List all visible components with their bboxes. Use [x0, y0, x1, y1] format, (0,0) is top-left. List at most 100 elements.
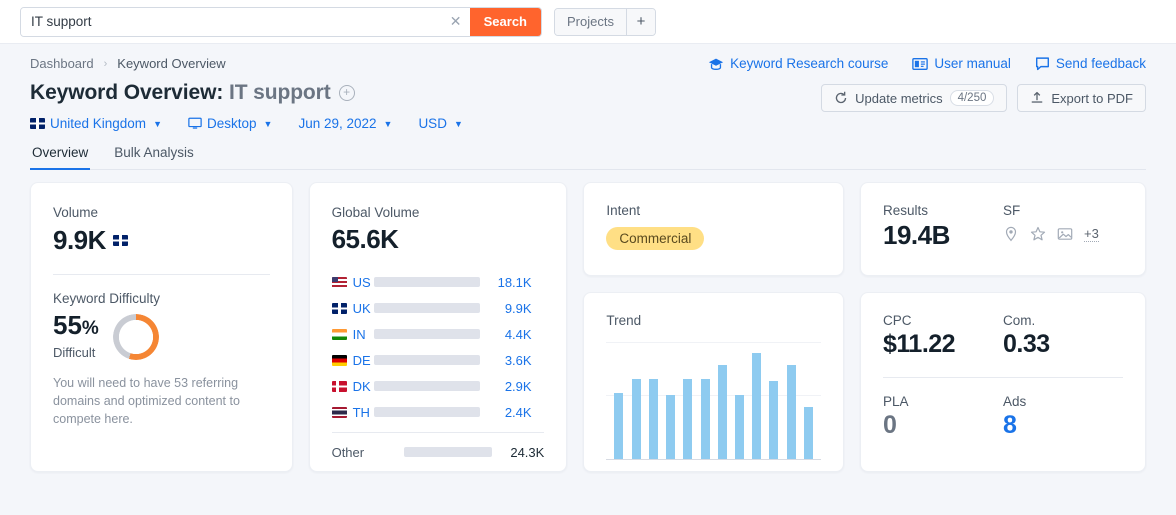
trend-bar [666, 395, 676, 459]
flag-in-icon [331, 328, 347, 340]
trend-bar-slot[interactable] [679, 379, 696, 459]
trend-bar-slot[interactable] [662, 395, 679, 459]
cpc-top-row: CPC $11.22 Com. 0.33 [883, 313, 1123, 359]
keyword-difficulty-note: You will need to have 53 referring domai… [53, 376, 240, 427]
header-links: Keyword Research course User manual Send… [708, 56, 1146, 71]
clear-search-icon[interactable]: ✕ [441, 7, 470, 36]
country-code[interactable]: US [331, 274, 374, 290]
filter-device[interactable]: Desktop ▼ [188, 116, 272, 131]
update-metrics-button[interactable]: Update metrics 4/250 [821, 84, 1008, 112]
country-code[interactable]: IN [331, 327, 374, 342]
export-to-pdf-label: Export to PDF [1051, 90, 1133, 106]
country-code[interactable]: UK [331, 301, 374, 316]
add-to-list-icon[interactable]: + [338, 85, 355, 101]
trend-bar [734, 395, 744, 459]
trend-bar [717, 365, 727, 459]
flag-uk-icon [30, 118, 45, 129]
filter-country[interactable]: United Kingdom ▼ [30, 116, 162, 131]
other-volume-value: 24.3K [510, 444, 545, 460]
trend-bar-slot[interactable] [714, 365, 731, 459]
intent-badge[interactable]: Commercial [606, 227, 705, 250]
flag-uk-icon [331, 302, 347, 314]
cpc-label: CPC [883, 313, 912, 328]
update-metrics-quota-badge: 4/250 [949, 90, 995, 106]
country-code-label: US [352, 274, 371, 290]
pla-value: 0 [883, 411, 897, 439]
country-volume-value: 4.4K [504, 326, 532, 342]
location-pin-icon[interactable] [1003, 226, 1019, 242]
country-volume-value: 2.9K [504, 378, 532, 394]
trend-bar-slot[interactable] [800, 406, 817, 459]
trend-bar [786, 365, 796, 459]
volume-value: 9.9K [53, 225, 106, 255]
sf-more-badge[interactable]: +3 [1084, 226, 1099, 242]
country-code[interactable]: DE [331, 352, 374, 368]
global-volume-row: DK 2.9K [331, 373, 545, 399]
country-code[interactable]: DK [331, 379, 374, 394]
country-volume-value: 3.6K [504, 352, 532, 368]
trend-bar-slot[interactable] [696, 379, 713, 459]
flag-de-icon [331, 354, 347, 366]
volume-bar-track [373, 277, 480, 287]
global-volume-other-row: Other 24.3K [332, 439, 545, 465]
results-label: Results [883, 203, 929, 218]
trend-bar [614, 393, 624, 459]
filter-country-label: United Kingdom [50, 116, 147, 131]
volume-bar-track [373, 381, 480, 391]
kd-percent-sign: % [81, 318, 99, 339]
global-volume-row: DE 3.6K [331, 347, 545, 373]
country-volume-value: 2.4K [504, 404, 532, 420]
monitor-icon [188, 117, 202, 129]
volume-value-row: 9.9K [53, 225, 270, 256]
trend-bar-slot[interactable] [748, 352, 765, 459]
export-icon [1032, 91, 1043, 103]
flag-uk-icon [112, 235, 128, 246]
image-icon[interactable] [1057, 226, 1073, 242]
tab-bulk-analysis[interactable]: Bulk Analysis [112, 145, 196, 170]
filter-currency[interactable]: USD ▼ [418, 116, 462, 131]
trend-bar-slot[interactable] [610, 393, 627, 459]
search-box[interactable]: ✕ Search [20, 6, 542, 37]
com-value: 0.33 [1003, 330, 1050, 358]
sf-icon-list: +3 [1003, 226, 1123, 242]
chevron-down-icon: ▼ [383, 118, 393, 129]
divider [53, 274, 270, 275]
search-input[interactable] [21, 7, 442, 36]
ads-value[interactable]: 8 [1003, 411, 1123, 440]
breadcrumb-dashboard[interactable]: Dashboard [30, 56, 94, 71]
trend-bar [648, 379, 658, 459]
book-icon [912, 57, 929, 70]
projects-group: Projects + [554, 7, 656, 36]
divider [883, 377, 1123, 378]
tab-overview[interactable]: Overview [30, 145, 91, 170]
trend-bar-slot[interactable] [783, 365, 800, 459]
volume-bar-track [373, 303, 480, 313]
keyword-difficulty-value: 55% [53, 310, 99, 341]
header-actions: Update metrics 4/250 Export to PDF [821, 84, 1146, 112]
filter-currency-label: USD [418, 116, 447, 131]
link-send-feedback[interactable]: Send feedback [1035, 56, 1146, 71]
trend-bar-slot[interactable] [628, 379, 645, 459]
link-user-manual[interactable]: User manual [912, 56, 1011, 71]
country-code[interactable]: TH [331, 405, 374, 420]
intent-label: Intent [606, 203, 641, 218]
add-project-icon[interactable]: + [626, 8, 655, 35]
flag-th-icon [331, 406, 347, 418]
projects-button[interactable]: Projects [555, 8, 627, 35]
trend-bar [803, 406, 813, 459]
global-volume-row: TH 2.4K [331, 399, 545, 425]
search-button[interactable]: Search [469, 7, 541, 36]
results-card: Results 19.4B SF +3 [860, 182, 1146, 276]
trend-bar-slot[interactable] [731, 395, 748, 459]
cards-grid: Volume 9.9K Keyword Difficulty 55% Diffi… [0, 170, 1176, 472]
export-to-pdf-button[interactable]: Export to PDF [1017, 84, 1146, 112]
filter-date[interactable]: Jun 29, 2022 ▼ [298, 116, 392, 131]
star-icon[interactable] [1030, 226, 1046, 242]
trend-bar-slot[interactable] [765, 381, 782, 459]
other-label: Other [331, 444, 365, 460]
filter-device-label: Desktop [206, 116, 257, 131]
trend-bar [683, 379, 693, 459]
link-keyword-research-course[interactable]: Keyword Research course [708, 56, 888, 71]
country-code-label: DE [352, 352, 371, 368]
trend-bar-slot[interactable] [645, 379, 662, 459]
